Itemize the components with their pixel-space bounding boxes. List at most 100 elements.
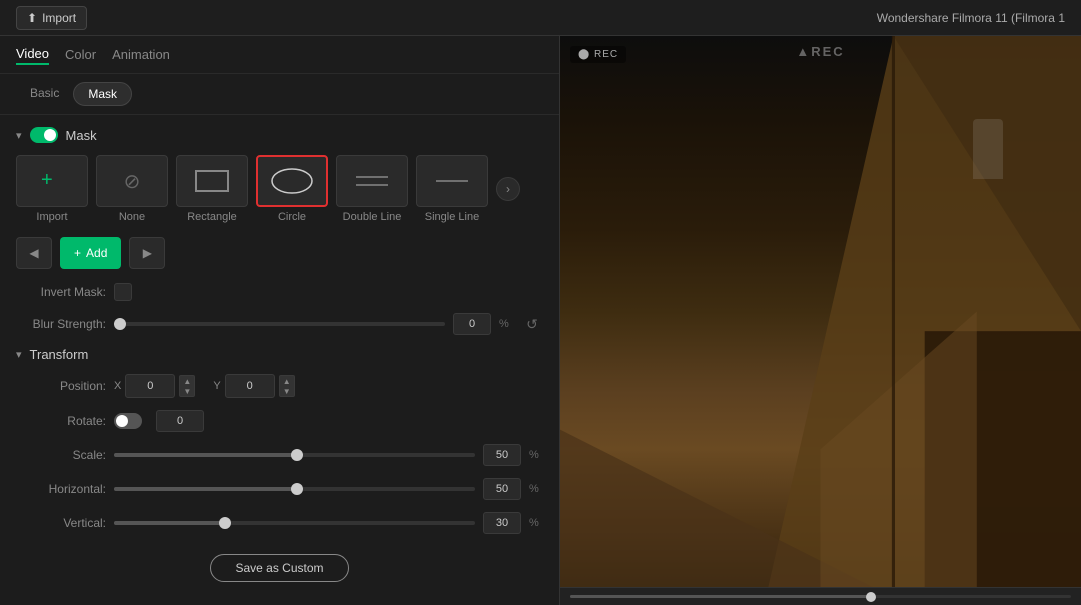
sub-tab-row: Basic Mask xyxy=(0,74,559,115)
horizontal-slider[interactable] xyxy=(114,487,475,491)
timeline-thumb[interactable] xyxy=(866,592,876,602)
add-mask-button[interactable]: + Add xyxy=(60,237,121,269)
arec-watermark: ▲REC xyxy=(796,44,844,59)
action-prev-button[interactable]: ◀ xyxy=(16,237,52,269)
mask-option-import[interactable]: + Import xyxy=(16,155,88,223)
position-y-spinners[interactable]: ▲ ▼ xyxy=(279,375,295,397)
single-line-icon xyxy=(432,167,472,195)
tab-animation[interactable]: Animation xyxy=(112,45,170,64)
mask-import-box: + xyxy=(16,155,88,207)
next-icon: ▶ xyxy=(143,246,152,260)
timeline-track[interactable] xyxy=(570,595,1071,598)
invert-mask-checkbox[interactable] xyxy=(114,283,132,301)
import-icon: ⬆ xyxy=(27,11,37,25)
mask-nav-next[interactable]: › xyxy=(496,177,520,201)
blur-strength-label: Blur Strength: xyxy=(16,317,106,331)
timeline-progress xyxy=(570,595,871,598)
transform-collapse-arrow[interactable]: ▾ xyxy=(16,348,22,361)
import-label: Import xyxy=(42,11,76,25)
action-next-button[interactable]: ▶ xyxy=(129,237,165,269)
mask-single-line-label: Single Line xyxy=(425,211,479,223)
position-x-input[interactable]: 0 xyxy=(125,374,175,398)
y-axis-label: Y xyxy=(213,380,220,392)
vertical-input[interactable]: 30 xyxy=(483,512,521,534)
mask-rectangle-label: Rectangle xyxy=(187,211,237,223)
import-button[interactable]: ⬆ Import xyxy=(16,6,87,30)
scale-input[interactable]: 50 xyxy=(483,444,521,466)
skater-figure xyxy=(973,119,1003,179)
vertical-slider[interactable] xyxy=(114,521,475,525)
mask-option-double-line[interactable]: Double Line xyxy=(336,155,408,223)
mask-double-line-label: Double Line xyxy=(343,211,402,223)
app-title: Wondershare Filmora 11 (Filmora 1 xyxy=(877,11,1065,25)
rotate-toggle[interactable] xyxy=(114,413,142,429)
tab-row: Video Color Animation xyxy=(0,36,559,74)
blur-strength-slider[interactable] xyxy=(114,322,445,326)
position-y-up[interactable]: ▲ xyxy=(280,376,294,386)
mask-circle-label: Circle xyxy=(278,211,306,223)
action-row: ◀ + Add ▶ xyxy=(16,237,543,269)
mask-section-header: ▾ Mask xyxy=(16,127,543,143)
horizontal-unit: % xyxy=(529,483,543,495)
position-x-spinners[interactable]: ▲ ▼ xyxy=(179,375,195,397)
rotate-input[interactable]: 0 xyxy=(156,410,204,432)
sub-tab-basic[interactable]: Basic xyxy=(16,82,73,106)
mask-toggle[interactable] xyxy=(30,127,58,143)
invert-mask-label: Invert Mask: xyxy=(16,285,106,299)
topbar: ⬆ Import Wondershare Filmora 11 (Filmora… xyxy=(0,0,1081,36)
plus-icon: + xyxy=(41,170,63,192)
mask-option-rectangle[interactable]: Rectangle xyxy=(176,155,248,223)
add-label: Add xyxy=(86,246,107,260)
rotate-row: Rotate: 0 xyxy=(16,410,543,432)
position-x-group: X 0 ▲ ▼ xyxy=(114,374,195,398)
sub-tab-mask[interactable]: Mask xyxy=(73,82,132,106)
prev-icon: ◀ xyxy=(29,246,38,260)
rec-text: ⬤ REC xyxy=(578,49,618,60)
timeline-bar xyxy=(560,587,1081,605)
mask-section-label: Mask xyxy=(66,128,97,143)
transform-label: Transform xyxy=(30,347,89,362)
position-row: Position: X 0 ▲ ▼ Y 0 ▲ ▼ xyxy=(16,374,543,398)
position-x-down[interactable]: ▼ xyxy=(180,386,194,396)
mask-double-line-box xyxy=(336,155,408,207)
blur-strength-input[interactable]: 0 xyxy=(453,313,491,335)
blur-reset-button[interactable]: ↺ xyxy=(521,313,543,335)
add-icon: + xyxy=(74,246,81,260)
double-line-icon xyxy=(352,167,392,195)
mask-collapse-arrow[interactable]: ▾ xyxy=(16,129,22,142)
position-y-down[interactable]: ▼ xyxy=(280,386,294,396)
scale-row: Scale: 50 % xyxy=(16,444,543,466)
position-x-up[interactable]: ▲ xyxy=(180,376,194,386)
blur-strength-unit: % xyxy=(499,318,513,330)
mask-option-none[interactable]: ⊘ None xyxy=(96,155,168,223)
transform-header: ▾ Transform xyxy=(16,347,543,362)
skate-scene: ⬤ REC ▲REC xyxy=(560,36,1081,587)
rec-overlay: ⬤ REC xyxy=(570,46,626,63)
scale-unit: % xyxy=(529,449,543,461)
circle-icon xyxy=(267,164,317,198)
horizontal-input[interactable]: 50 xyxy=(483,478,521,500)
mask-options-row: + Import ⊘ None xyxy=(16,155,543,223)
x-axis-label: X xyxy=(114,380,121,392)
mask-option-single-line[interactable]: Single Line xyxy=(416,155,488,223)
mask-circle-box xyxy=(256,155,328,207)
scale-label: Scale: xyxy=(16,448,106,462)
rotate-label: Rotate: xyxy=(16,414,106,428)
tab-video[interactable]: Video xyxy=(16,44,49,65)
vertical-unit: % xyxy=(529,517,543,529)
mask-option-circle[interactable]: Circle xyxy=(256,155,328,223)
save-custom-button[interactable]: Save as Custom xyxy=(210,554,348,582)
mask-rectangle-box xyxy=(176,155,248,207)
scale-slider[interactable] xyxy=(114,453,475,457)
right-panel: ⬤ REC ▲REC xyxy=(560,36,1081,605)
mask-none-box: ⊘ xyxy=(96,155,168,207)
horizontal-label: Horizontal: xyxy=(16,482,106,496)
horizontal-row: Horizontal: 50 % xyxy=(16,478,543,500)
position-y-input[interactable]: 0 xyxy=(225,374,275,398)
position-y-group: Y 0 ▲ ▼ xyxy=(213,374,294,398)
tab-color[interactable]: Color xyxy=(65,45,96,64)
mask-single-line-box xyxy=(416,155,488,207)
main-layout: Video Color Animation Basic Mask ▾ Mask xyxy=(0,36,1081,605)
panel-content: ▾ Mask + Import ⊘ None xyxy=(0,115,559,605)
video-preview: ⬤ REC ▲REC xyxy=(560,36,1081,587)
